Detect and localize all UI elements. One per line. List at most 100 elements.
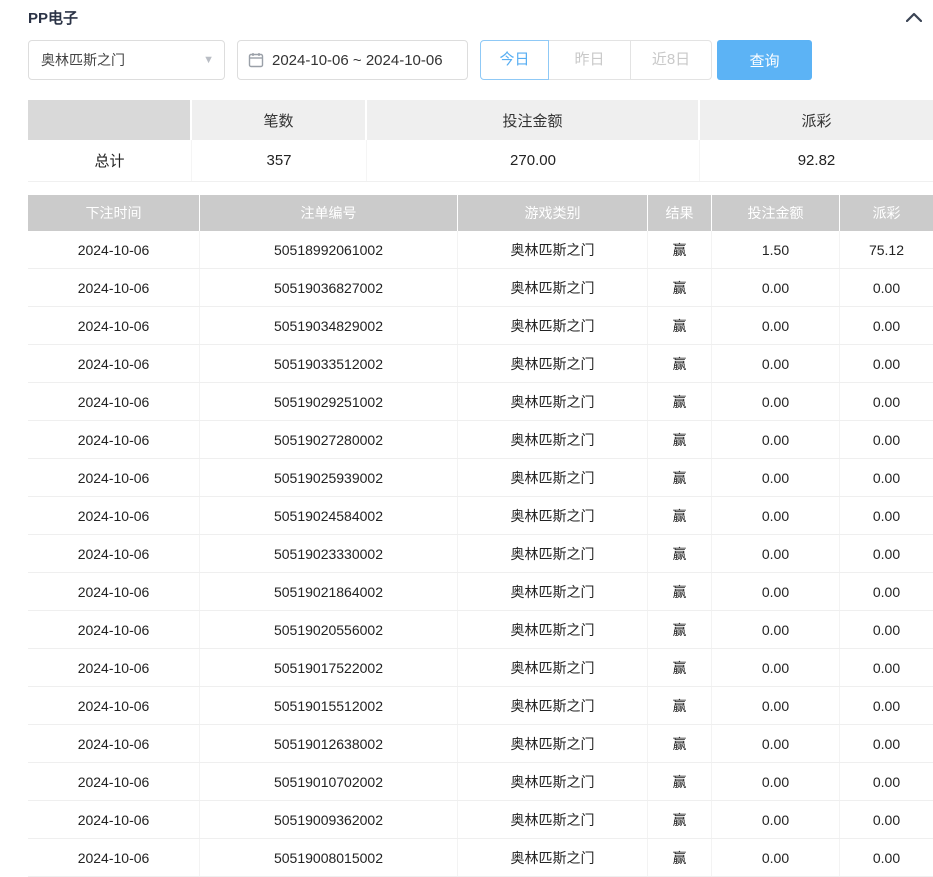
cell-bet-amount: 0.00 [712,725,840,762]
cell-bet-id: 50519023330002 [200,535,458,572]
cell-result: 赢 [648,345,712,382]
cell-game-type: 奥林匹斯之门 [458,421,648,458]
cell-bet-id: 50519029251002 [200,383,458,420]
cell-game-type: 奥林匹斯之门 [458,307,648,344]
cell-bet-time: 2024-10-06 [28,535,200,572]
table-row: 2024-10-06 50519017522002 奥林匹斯之门 赢 0.00 … [28,649,933,687]
header-bet-id: 注单编号 [200,195,458,231]
cell-game-type: 奥林匹斯之门 [458,231,648,268]
cell-game-type: 奥林匹斯之门 [458,687,648,724]
cell-bet-id: 50519021864002 [200,573,458,610]
quick-range-group: 今日 昨日 近8日 [480,40,712,80]
cell-bet-amount: 0.00 [712,459,840,496]
cell-bet-time: 2024-10-06 [28,497,200,534]
cell-payout: 0.00 [840,497,933,534]
cell-bet-amount: 0.00 [712,421,840,458]
cell-bet-time: 2024-10-06 [28,573,200,610]
cell-bet-amount: 0.00 [712,763,840,800]
table-row: 2024-10-06 50519029251002 奥林匹斯之门 赢 0.00 … [28,383,933,421]
cell-payout: 0.00 [840,383,933,420]
cell-result: 赢 [648,307,712,344]
cell-bet-amount: 0.00 [712,687,840,724]
cell-bet-time: 2024-10-06 [28,345,200,382]
cell-bet-id: 50519034829002 [200,307,458,344]
game-select[interactable]: 奥林匹斯之门 ▼ [28,40,225,80]
cell-bet-amount: 0.00 [712,497,840,534]
calendar-icon [248,52,264,68]
cell-result: 赢 [648,725,712,762]
pp-electronic-panel: PP电子 奥林匹斯之门 ▼ 2024-10-06 ~ 2024-10-06 [28,0,933,877]
bets-table: 下注时间 注单编号 游戏类别 结果 投注金额 派彩 2024-10-06 505… [28,195,933,877]
cell-bet-time: 2024-10-06 [28,801,200,838]
summary-header-row: 笔数 投注金额 派彩 [28,100,933,140]
cell-result: 赢 [648,801,712,838]
cell-game-type: 奥林匹斯之门 [458,459,648,496]
cell-payout: 0.00 [840,307,933,344]
cell-payout: 0.00 [840,801,933,838]
header-game-type: 游戏类别 [458,195,648,231]
date-range-input[interactable]: 2024-10-06 ~ 2024-10-06 [237,40,468,80]
cell-bet-amount: 0.00 [712,839,840,876]
table-row: 2024-10-06 50519015512002 奥林匹斯之门 赢 0.00 … [28,687,933,725]
quick-range-today-button[interactable]: 今日 [480,40,549,80]
cell-bet-amount: 1.50 [712,231,840,268]
summary-total-label: 总计 [28,140,192,181]
cell-bet-time: 2024-10-06 [28,687,200,724]
cell-game-type: 奥林匹斯之门 [458,763,648,800]
cell-payout: 0.00 [840,763,933,800]
cell-payout: 0.00 [840,611,933,648]
cell-bet-id: 50519025939002 [200,459,458,496]
summary-total-payout: 92.82 [700,140,933,181]
page-title: PP电子 [28,7,78,28]
table-row: 2024-10-06 50519010702002 奥林匹斯之门 赢 0.00 … [28,763,933,801]
cell-bet-amount: 0.00 [712,573,840,610]
cell-result: 赢 [648,573,712,610]
cell-game-type: 奥林匹斯之门 [458,573,648,610]
header-payout: 派彩 [840,195,933,231]
cell-bet-amount: 0.00 [712,535,840,572]
table-row: 2024-10-06 50519021864002 奥林匹斯之门 赢 0.00 … [28,573,933,611]
table-row: 2024-10-06 50519023330002 奥林匹斯之门 赢 0.00 … [28,535,933,573]
cell-result: 赢 [648,421,712,458]
cell-bet-id: 50519020556002 [200,611,458,648]
cell-result: 赢 [648,535,712,572]
search-button[interactable]: 查询 [717,40,812,80]
quick-range-yesterday-button[interactable]: 昨日 [548,40,631,80]
cell-result: 赢 [648,839,712,876]
cell-game-type: 奥林匹斯之门 [458,725,648,762]
cell-bet-time: 2024-10-06 [28,763,200,800]
cell-bet-amount: 0.00 [712,269,840,306]
panel-header: PP电子 [28,0,933,26]
table-row: 2024-10-06 50519012638002 奥林匹斯之门 赢 0.00 … [28,725,933,763]
collapse-panel-button[interactable] [903,6,925,28]
cell-result: 赢 [648,687,712,724]
cell-payout: 75.12 [840,231,933,268]
cell-result: 赢 [648,649,712,686]
summary-table: 笔数 投注金额 派彩 总计 357 270.00 92.82 [28,100,933,182]
summary-header-count: 笔数 [192,100,367,140]
summary-total-row: 总计 357 270.00 92.82 [28,140,933,182]
table-row: 2024-10-06 50519027280002 奥林匹斯之门 赢 0.00 … [28,421,933,459]
table-row: 2024-10-06 50519009362002 奥林匹斯之门 赢 0.00 … [28,801,933,839]
table-row: 2024-10-06 50518992061002 奥林匹斯之门 赢 1.50 … [28,231,933,269]
bets-body: 2024-10-06 50518992061002 奥林匹斯之门 赢 1.50 … [28,231,933,877]
cell-bet-time: 2024-10-06 [28,383,200,420]
cell-bet-time: 2024-10-06 [28,839,200,876]
table-row: 2024-10-06 50519025939002 奥林匹斯之门 赢 0.00 … [28,459,933,497]
quick-range-last8days-button[interactable]: 近8日 [630,40,712,80]
summary-header-bet-amount: 投注金额 [367,100,700,140]
cell-result: 赢 [648,383,712,420]
cell-game-type: 奥林匹斯之门 [458,535,648,572]
header-bet-amount: 投注金额 [712,195,840,231]
cell-payout: 0.00 [840,687,933,724]
cell-bet-time: 2024-10-06 [28,459,200,496]
cell-bet-time: 2024-10-06 [28,307,200,344]
summary-header-payout: 派彩 [700,100,933,140]
cell-payout: 0.00 [840,269,933,306]
cell-game-type: 奥林匹斯之门 [458,611,648,648]
cell-bet-time: 2024-10-06 [28,269,200,306]
cell-bet-id: 50519036827002 [200,269,458,306]
cell-game-type: 奥林匹斯之门 [458,649,648,686]
cell-bet-amount: 0.00 [712,307,840,344]
cell-bet-id: 50519033512002 [200,345,458,382]
